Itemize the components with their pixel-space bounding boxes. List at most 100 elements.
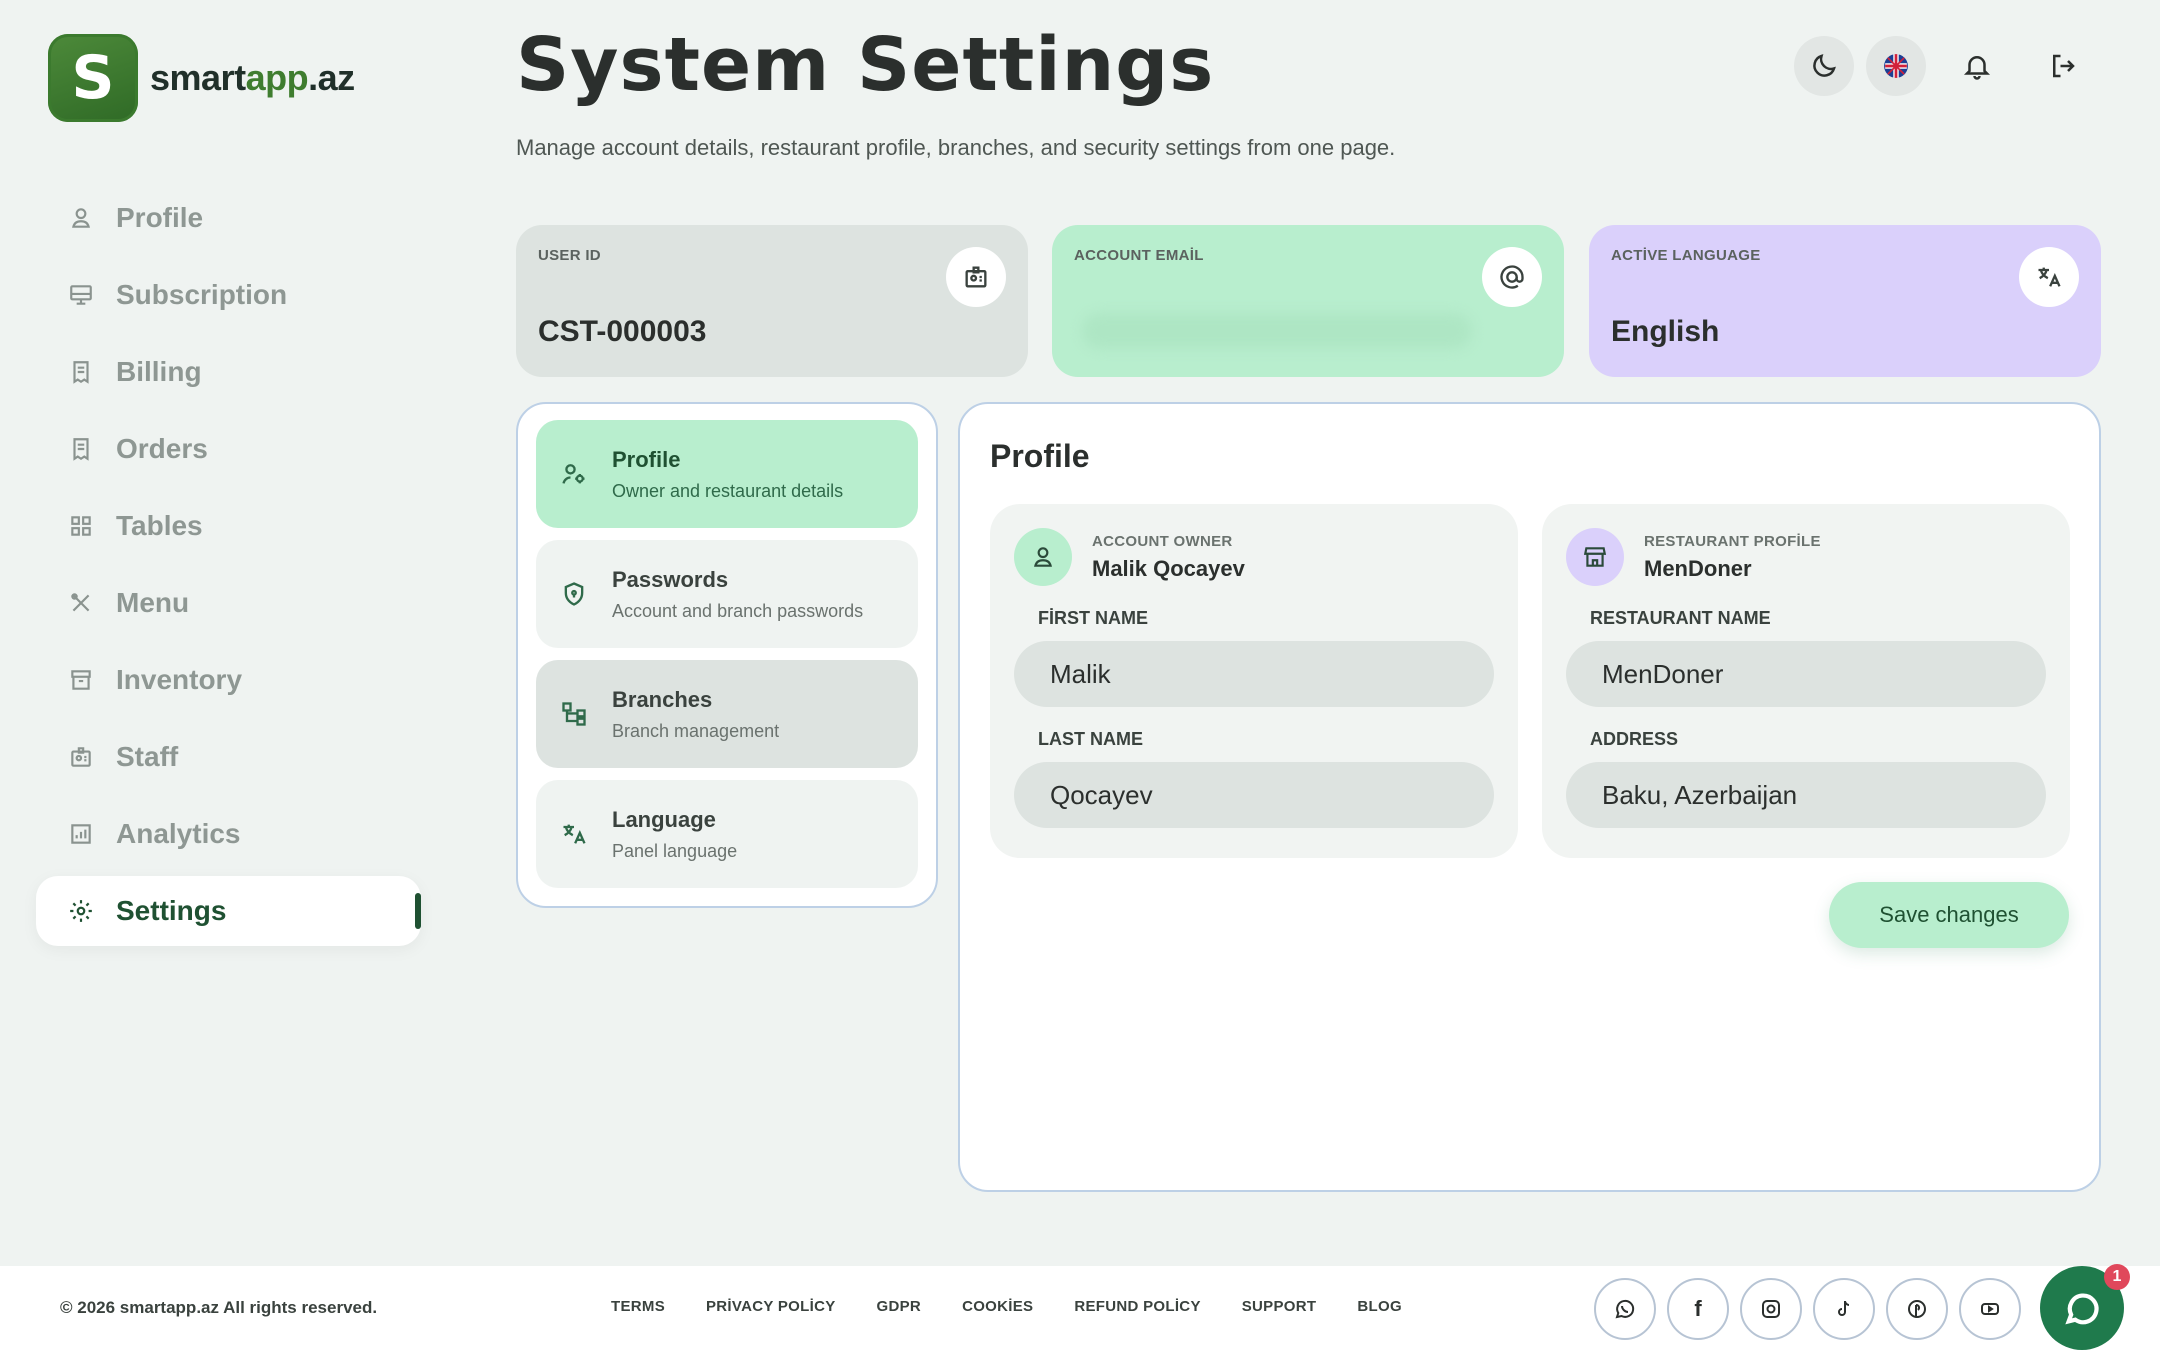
tiktok-button[interactable]	[1813, 1278, 1875, 1340]
account-email-value-blurred	[1082, 313, 1472, 349]
youtube-icon	[1981, 1303, 1999, 1315]
brand-name: smartapp.az	[150, 57, 355, 98]
whatsapp-icon	[1615, 1299, 1635, 1319]
sidebar-nav: Profile Subscription Billing Orders Tabl…	[36, 183, 421, 953]
sidebar-item-label: Analytics	[116, 818, 241, 849]
last-name-input[interactable]: Qocayev	[1014, 762, 1494, 828]
tiktok-icon	[1838, 1300, 1850, 1316]
sidebar-item-label: Staff	[116, 741, 179, 772]
archive-icon	[66, 665, 96, 695]
footer-link-refund[interactable]: REFUND POLİCY	[1074, 1298, 1200, 1315]
pinterest-icon	[1908, 1300, 1926, 1318]
sidebar-item-billing[interactable]: Billing	[36, 337, 421, 407]
restaurant-profile-caption: RESTAURANT PROFİLE	[1644, 532, 1821, 550]
sidebar-item-tables[interactable]: Tables	[36, 491, 421, 561]
page-title: System Settings	[516, 22, 1215, 108]
language-flag-button[interactable]	[1866, 36, 1926, 96]
social-links: f	[1594, 1278, 2032, 1340]
sidebar-item-profile[interactable]: Profile	[36, 183, 421, 253]
panel-title: Profile	[990, 438, 1090, 474]
moon-icon	[1813, 54, 1836, 77]
sidebar-item-label: Subscription	[116, 279, 288, 310]
pinterest-button[interactable]	[1886, 1278, 1948, 1340]
restaurant-name-input[interactable]: MenDoner	[1566, 641, 2046, 707]
footer-link-privacy[interactable]: PRİVACY POLİCY	[706, 1298, 836, 1315]
address-input[interactable]: Baku, Azerbaijan	[1566, 762, 2046, 828]
sidebar-item-settings[interactable]: Settings	[36, 876, 421, 946]
sidebar-item-orders[interactable]: Orders	[36, 414, 421, 484]
footer: © 2026 smartapp.az All rights reserved. …	[0, 1266, 2160, 1350]
sidebar-item-label: Billing	[116, 356, 202, 387]
tab-passwords[interactable]: Passwords Account and branch passwords	[536, 540, 918, 648]
user-id-card: USER ID CST-000003	[516, 225, 1028, 377]
instagram-icon	[1762, 1300, 1780, 1318]
sidebar-item-label: Settings	[116, 895, 227, 926]
footer-link-cookies[interactable]: COOKİES	[962, 1298, 1033, 1315]
user-id-label: USER ID	[538, 247, 601, 264]
active-language-value: English	[1611, 315, 1720, 348]
utensils-icon	[66, 588, 96, 618]
sidebar-item-menu[interactable]: Menu	[36, 568, 421, 638]
footer-link-gdpr[interactable]: GDPR	[877, 1298, 922, 1315]
sidebar-item-staff[interactable]: Staff	[36, 722, 421, 792]
first-name-label: FİRST NAME	[1038, 608, 1148, 628]
account-owner-card: ACCOUNT OWNER Malik Qocayev FİRST NAME M…	[990, 504, 1518, 858]
active-language-card: ACTİVE LANGUAGE English	[1589, 225, 2101, 377]
active-language-label: ACTİVE LANGUAGE	[1611, 247, 1761, 264]
id-card-icon	[946, 247, 1006, 307]
user-id-value: CST-000003	[538, 315, 707, 348]
copyright: © 2026 smartapp.az All rights reserved.	[60, 1298, 378, 1317]
footer-link-terms[interactable]: TERMS	[611, 1298, 665, 1315]
gear-icon	[66, 896, 96, 926]
youtube-button[interactable]	[1959, 1278, 2021, 1340]
user-icon	[66, 203, 96, 233]
tab-subtitle: Panel language	[612, 840, 738, 861]
tab-branches[interactable]: Branches Branch management	[536, 660, 918, 768]
account-owner-name: Malik Qocayev	[1092, 555, 1245, 581]
grid-icon	[66, 511, 96, 541]
save-changes-button[interactable]: Save changes	[1829, 882, 2069, 948]
sidebar-item-label: Profile	[116, 202, 204, 233]
footer-link-blog[interactable]: BLOG	[1357, 1298, 1402, 1315]
hierarchy-icon	[558, 698, 590, 730]
shield-icon	[558, 578, 590, 610]
first-name-input[interactable]: Malik	[1014, 641, 1494, 707]
theme-toggle-button[interactable]	[1794, 36, 1854, 96]
translate-icon	[558, 818, 590, 850]
brand-logo[interactable]: S smartapp.az	[48, 34, 355, 122]
sidebar-item-subscription[interactable]: Subscription	[36, 260, 421, 330]
logout-icon	[2053, 54, 2075, 78]
address-label: ADDRESS	[1590, 729, 1679, 749]
tab-title: Branches	[612, 686, 713, 712]
page-subtitle: Manage account details, restaurant profi…	[516, 135, 1396, 160]
monitor-icon	[66, 280, 96, 310]
logout-button[interactable]	[2033, 36, 2093, 96]
tab-title: Passwords	[612, 566, 729, 592]
tab-language[interactable]: Language Panel language	[536, 780, 918, 888]
sidebar-item-label: Tables	[116, 510, 203, 541]
tab-profile[interactable]: Profile Owner and restaurant details	[536, 420, 918, 528]
chart-icon	[66, 819, 96, 849]
sidebar-item-analytics[interactable]: Analytics	[36, 799, 421, 869]
tab-subtitle: Owner and restaurant details	[612, 480, 844, 501]
bell-icon	[1963, 56, 1991, 80]
tab-title: Language	[612, 806, 716, 832]
instagram-button[interactable]	[1740, 1278, 1802, 1340]
profile-panel: Profile ACCOUNT OWNER Malik Qocayev FİRS…	[958, 402, 2101, 1192]
restaurant-profile-name: MenDoner	[1644, 555, 1752, 581]
footer-links: TERMS PRİVACY POLİCY GDPR COOKİES REFUND…	[611, 1298, 1443, 1315]
uk-flag-icon	[1884, 54, 1908, 78]
tab-title: Profile	[612, 446, 681, 472]
whatsapp-button[interactable]	[1594, 1278, 1656, 1340]
user-gear-icon	[558, 458, 590, 490]
facebook-button[interactable]: f	[1667, 1278, 1729, 1340]
account-owner-caption: ACCOUNT OWNER	[1092, 532, 1233, 550]
footer-link-support[interactable]: SUPPORT	[1242, 1298, 1317, 1315]
restaurant-profile-card: RESTAURANT PROFİLE MenDoner RESTAURANT N…	[1542, 504, 2070, 858]
chat-bubble-icon	[2065, 1293, 2099, 1325]
account-email-card: ACCOUNT EMAİL	[1052, 225, 1564, 377]
chat-unread-badge: 1	[2104, 1264, 2130, 1290]
restaurant-name-label: RESTAURANT NAME	[1590, 608, 1771, 628]
sidebar-item-inventory[interactable]: Inventory	[36, 645, 421, 715]
notifications-button[interactable]	[1947, 36, 2007, 96]
